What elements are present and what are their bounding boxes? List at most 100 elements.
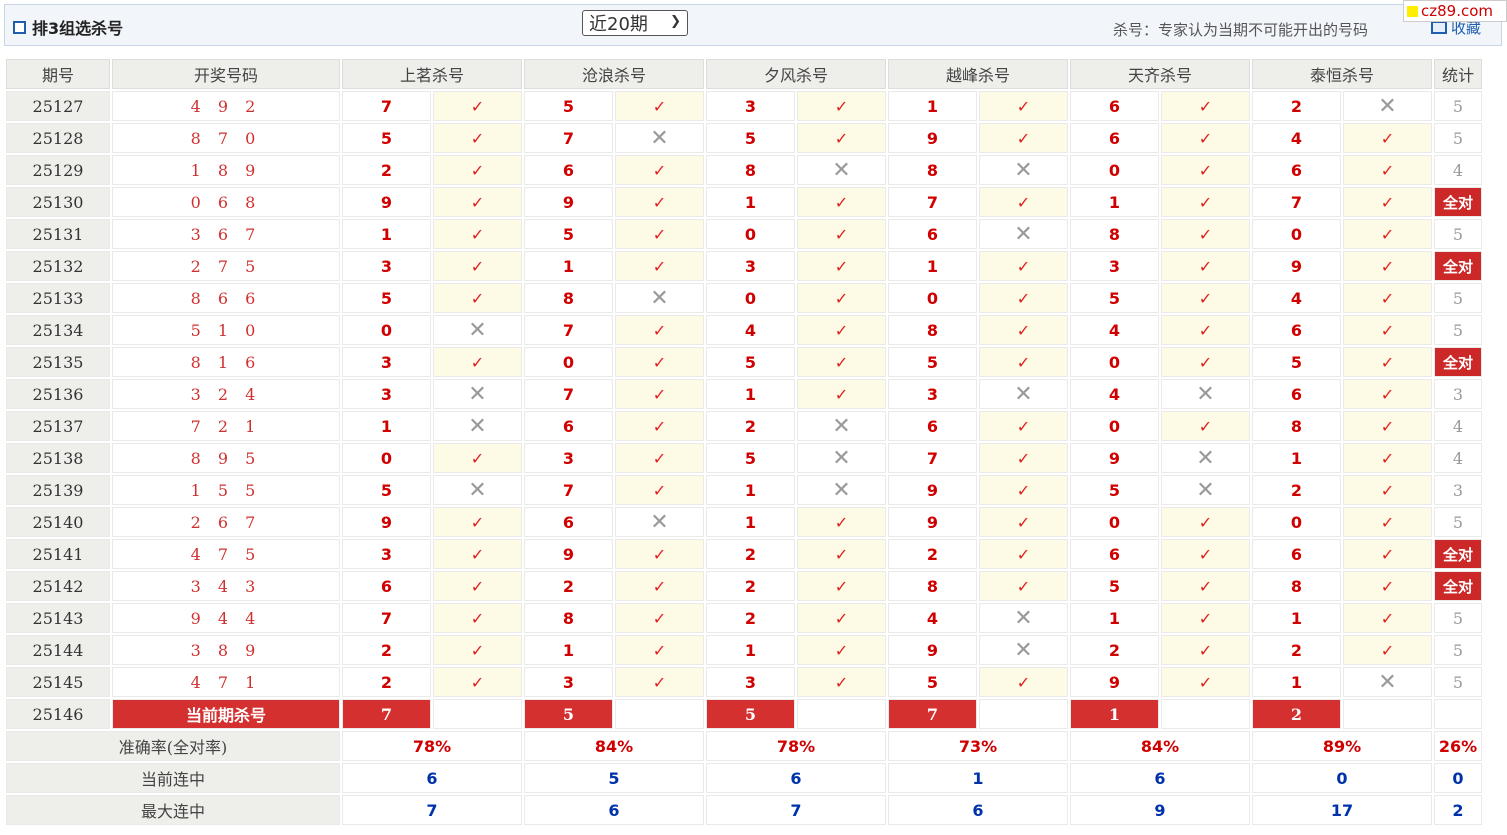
check-icon: ✓ — [433, 347, 522, 377]
period-cell: 25137 — [6, 411, 110, 441]
table-row: 25129 1 8 9 2 ✓ 6 ✓ 8 ✕ 8 ✕ 0 ✓ 6 ✓ 4 — [6, 155, 1482, 185]
period-cell: 25127 — [6, 91, 110, 121]
kill-number-cell: 3 — [706, 251, 795, 281]
check-icon: ✓ — [433, 251, 522, 281]
check-icon: ✓ — [433, 443, 522, 473]
draw-number-cell: 2 6 7 — [112, 507, 340, 537]
kill-number-cell: 5 — [706, 123, 795, 153]
logo-text: cz89.com — [1421, 2, 1494, 20]
period-cell: 25132 — [6, 251, 110, 281]
kill-number-cell: 6 — [524, 507, 613, 537]
table-row: 25145 4 7 1 2 ✓ 3 ✓ 3 ✓ 5 ✓ 9 ✓ 1 ✕ 5 — [6, 667, 1482, 697]
table-header-row: 期号 开奖号码 上茗杀号 沧浪杀号 夕风杀号 越峰杀号 天齐杀号 泰恒杀号 统计 — [6, 59, 1482, 89]
kill-note: 杀号：专家认为当期不可能开出的号码 — [1113, 21, 1369, 39]
kill-number-cell: 4 — [706, 315, 795, 345]
cross-icon: ✕ — [1161, 379, 1250, 409]
kill-number-cell: 4 — [1252, 123, 1341, 153]
kill-number-cell: 0 — [706, 219, 795, 249]
kill-number-cell: 6 — [1252, 155, 1341, 185]
check-icon: ✓ — [615, 539, 704, 569]
cross-icon: ✕ — [797, 475, 886, 505]
check-icon: ✓ — [979, 315, 1068, 345]
save-icon — [1431, 21, 1447, 34]
table-row: 25144 3 8 9 2 ✓ 1 ✓ 1 ✓ 9 ✕ 2 ✓ 2 ✓ 5 — [6, 635, 1482, 665]
table-row: 25141 4 7 5 3 ✓ 9 ✓ 2 ✓ 2 ✓ 6 ✓ 6 ✓ 全对 — [6, 539, 1482, 569]
stat-cell: 全对 — [1434, 571, 1482, 601]
draw-number-cell: 3 8 9 — [112, 635, 340, 665]
kill-number-cell: 6 — [524, 155, 613, 185]
col-period: 期号 — [6, 59, 110, 89]
period-cell: 25135 — [6, 347, 110, 377]
kill-number-cell: 8 — [524, 603, 613, 633]
kill-number-cell: 1 — [706, 379, 795, 409]
check-icon: ✓ — [433, 539, 522, 569]
check-icon: ✓ — [979, 443, 1068, 473]
current-row: 25146 当前期杀号 7 5 5 7 1 2 — [6, 699, 1482, 729]
site-logo[interactable]: cz89.com — [1403, 0, 1507, 22]
cross-icon: ✕ — [797, 411, 886, 441]
period-cell: 25141 — [6, 539, 110, 569]
kill-number-cell: 0 — [1070, 411, 1159, 441]
kill-number-cell: 9 — [888, 507, 977, 537]
kill-number-cell: 1 — [888, 91, 977, 121]
current-streak-value: 5 — [524, 763, 704, 793]
draw-number-cell: 3 2 4 — [112, 379, 340, 409]
check-icon: ✓ — [1161, 411, 1250, 441]
draw-number-cell: 1 5 5 — [112, 475, 340, 505]
max-streak-value: 7 — [342, 795, 522, 825]
check-icon: ✓ — [615, 443, 704, 473]
stat-cell: 全对 — [1434, 347, 1482, 377]
period-cell: 25130 — [6, 187, 110, 217]
stat-cell: 5 — [1434, 667, 1482, 697]
draw-number-cell: 8 9 5 — [112, 443, 340, 473]
stat-cell: 3 — [1434, 475, 1482, 505]
stat-cell: 3 — [1434, 379, 1482, 409]
check-icon: ✓ — [615, 411, 704, 441]
kill-number-cell: 6 — [888, 219, 977, 249]
cross-icon: ✕ — [1343, 667, 1432, 697]
cross-icon: ✕ — [979, 603, 1068, 633]
kill-number-cell: 1 — [342, 411, 431, 441]
stat-cell: 4 — [1434, 155, 1482, 185]
period-cell: 25140 — [6, 507, 110, 537]
check-icon: ✓ — [1161, 571, 1250, 601]
kill-number-cell: 5 — [888, 667, 977, 697]
stat-cell: 5 — [1434, 507, 1482, 537]
max-streak-value: 6 — [524, 795, 704, 825]
kill-number-cell: 7 — [524, 475, 613, 505]
kill-number-cell: 4 — [888, 603, 977, 633]
check-icon: ✓ — [1343, 315, 1432, 345]
period-select[interactable]: 近20期 ❯ — [582, 10, 688, 36]
check-icon: ✓ — [433, 603, 522, 633]
check-icon: ✓ — [615, 187, 704, 217]
accuracy-label: 准确率(全对率) — [6, 731, 340, 761]
table-row: 25135 8 1 6 3 ✓ 0 ✓ 5 ✓ 5 ✓ 0 ✓ 5 ✓ 全对 — [6, 347, 1482, 377]
square-icon — [13, 20, 26, 34]
kill-number-cell: 6 — [1252, 379, 1341, 409]
check-icon: ✓ — [797, 283, 886, 313]
kill-number-cell: 7 — [342, 91, 431, 121]
current-kill: 1 — [1070, 699, 1159, 729]
check-icon: ✓ — [1161, 219, 1250, 249]
kill-number-cell: 6 — [1252, 539, 1341, 569]
kill-number-cell: 2 — [342, 155, 431, 185]
kill-number-cell: 3 — [342, 347, 431, 377]
check-icon: ✓ — [1343, 347, 1432, 377]
draw-number-cell: 1 8 9 — [112, 155, 340, 185]
check-icon: ✓ — [615, 251, 704, 281]
check-icon: ✓ — [615, 603, 704, 633]
check-icon: ✓ — [1161, 315, 1250, 345]
period-cell: 25134 — [6, 315, 110, 345]
check-icon: ✓ — [1161, 635, 1250, 665]
check-icon: ✓ — [1161, 251, 1250, 281]
max-streak-value: 17 — [1252, 795, 1432, 825]
check-icon: ✓ — [797, 507, 886, 537]
current-kill: 5 — [524, 699, 613, 729]
cross-icon: ✕ — [979, 219, 1068, 249]
cross-icon: ✕ — [979, 635, 1068, 665]
check-icon: ✓ — [979, 187, 1068, 217]
check-icon: ✓ — [797, 91, 886, 121]
draw-number-cell: 2 7 5 — [112, 251, 340, 281]
current-label: 当前期杀号 — [112, 699, 340, 729]
accuracy-value: 26% — [1434, 731, 1482, 761]
